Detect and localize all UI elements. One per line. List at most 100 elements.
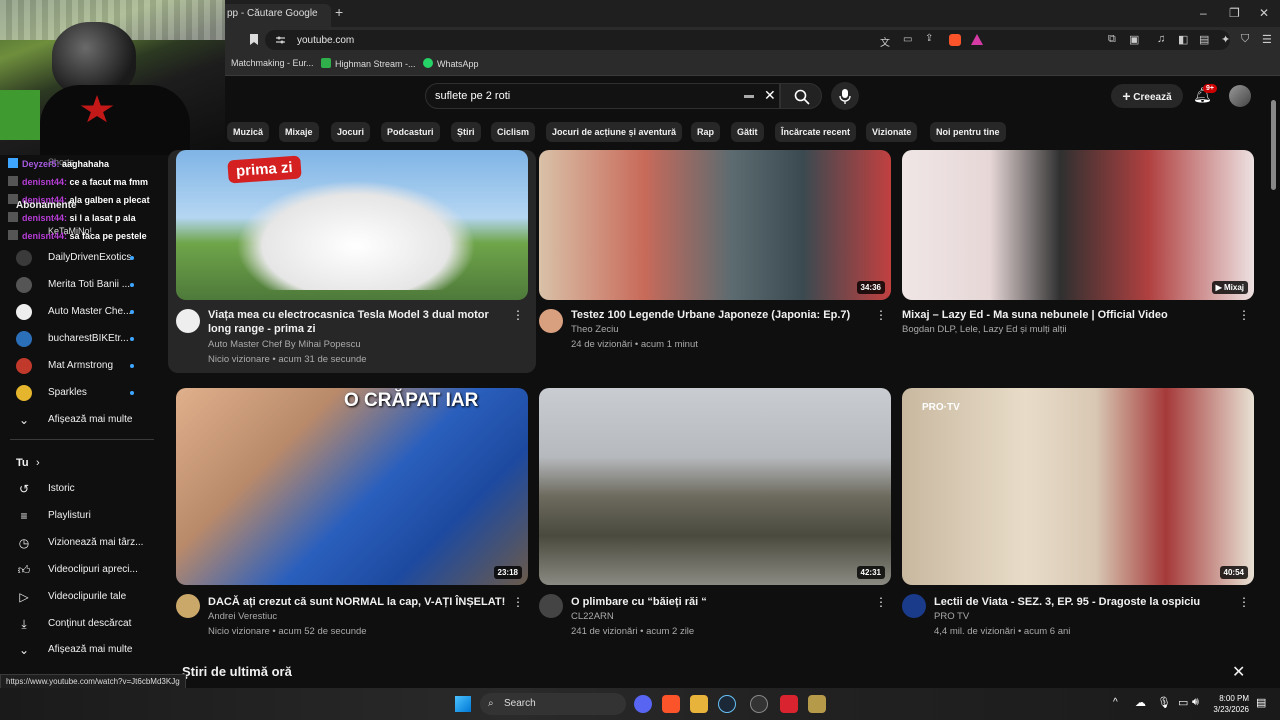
- chip-jocuri[interactable]: Jocuri: [331, 122, 371, 142]
- search-query[interactable]: suflete pe 2 roti: [435, 90, 510, 102]
- bookmark-highman[interactable]: Highman Stream -...: [321, 58, 416, 69]
- channel-avatar[interactable]: [902, 594, 926, 618]
- new-tab-button[interactable]: +: [335, 4, 343, 20]
- more-options-icon[interactable]: ⋮: [1238, 308, 1250, 322]
- video-card[interactable]: O CRĂPAT IAR 23:18 DACĂ ați crezut că su…: [176, 388, 528, 643]
- bookmark-whatsapp[interactable]: WhatsApp: [423, 58, 479, 69]
- search-button[interactable]: [780, 83, 822, 109]
- video-channel[interactable]: Andrei Verestiuc: [208, 611, 277, 622]
- nav-liked-videos[interactable]: 👍︎ Videoclipuri apreci...: [16, 562, 156, 582]
- chevron-up-icon[interactable]: ^: [1113, 697, 1118, 708]
- chip-mixaje[interactable]: Mixaje: [279, 122, 319, 142]
- video-card[interactable]: ▶ Mixaj Mixaj – Lazy Ed - Ma suna nebune…: [902, 150, 1254, 360]
- file-explorer-icon[interactable]: [690, 695, 708, 713]
- video-thumbnail[interactable]: PRO·TV 40:54: [902, 388, 1254, 585]
- video-channel[interactable]: Bogdan DLP, Lele, Lazy Ed și mulți alții: [902, 324, 1067, 335]
- video-channel[interactable]: Auto Master Chef By Mihai Popescu: [208, 339, 361, 350]
- video-channel[interactable]: Theo Zeciu: [571, 324, 619, 335]
- share-icon[interactable]: ⇪: [925, 33, 933, 44]
- subscription-auto-master-chef[interactable]: Auto Master Che...: [16, 304, 146, 324]
- video-card[interactable]: PRO·TV 40:54 Lectii de Viata - SEZ. 3, E…: [902, 388, 1254, 643]
- subscription-sparkles[interactable]: Sparkles: [16, 385, 146, 405]
- video-title[interactable]: Mixaj – Lazy Ed - Ma suna nebunele | Off…: [902, 308, 1202, 322]
- taskbar-search[interactable]: ⌕ Search: [480, 693, 626, 715]
- music-icon[interactable]: ♫: [1157, 33, 1165, 45]
- url-text[interactable]: youtube.com: [297, 35, 354, 46]
- video-thumbnail[interactable]: prima zi: [176, 150, 528, 300]
- minimize-button[interactable]: –: [1200, 6, 1207, 20]
- subscription-merita-toti-banii[interactable]: Merita Toti Banii ...: [16, 277, 146, 297]
- subscription-bucharestbiketr[interactable]: bucharestBIKEtr...: [16, 331, 146, 351]
- close-icon[interactable]: ✕: [1232, 662, 1245, 682]
- channel-avatar[interactable]: [539, 309, 563, 333]
- video-channel[interactable]: PRO TV: [934, 611, 969, 622]
- chip-podcasturi[interactable]: Podcasturi: [381, 122, 440, 142]
- create-button[interactable]: + Creează: [1111, 84, 1183, 108]
- video-thumbnail[interactable]: ▶ Mixaj: [902, 150, 1254, 300]
- system-clock[interactable]: 8:00 PM 3/23/2026: [1207, 693, 1249, 715]
- subscription-dailydrivenexotics[interactable]: DailyDrivenExotics: [16, 250, 146, 270]
- obs-icon[interactable]: [750, 695, 768, 713]
- network-icon[interactable]: ☁: [1135, 696, 1146, 709]
- video-card[interactable]: prima zi Viața mea cu electrocasnica Tes…: [176, 150, 528, 370]
- video-title[interactable]: Testez 100 Legende Urbane Japoneze (Japo…: [571, 308, 871, 322]
- keyboard-icon[interactable]: ▬: [744, 90, 754, 101]
- show-more-subscriptions[interactable]: ⌄ Afișează mai multe: [16, 412, 156, 432]
- wallet-icon[interactable]: ▤: [1199, 33, 1209, 46]
- address-bar[interactable]: [265, 30, 1230, 50]
- reader-icon[interactable]: ▣: [1129, 33, 1139, 46]
- nav-playlisturi[interactable]: ≡ Playlisturi: [16, 508, 156, 528]
- brave-icon[interactable]: [662, 695, 680, 713]
- video-card[interactable]: 34:36 Testez 100 Legende Urbane Japoneze…: [539, 150, 891, 360]
- bookmark-icon[interactable]: [249, 33, 259, 46]
- nav-istoric[interactable]: ↺ Istoric: [16, 481, 156, 501]
- video-channel[interactable]: CL22ARN: [571, 611, 614, 622]
- browser-tab[interactable]: pp - Căutare Google: [225, 4, 331, 27]
- video-thumbnail[interactable]: 34:36: [539, 150, 891, 300]
- video-thumbnail[interactable]: 42:31: [539, 388, 891, 585]
- maximize-button[interactable]: ❐: [1229, 6, 1240, 20]
- more-options-icon[interactable]: ⋮: [1238, 595, 1250, 609]
- cast-icon[interactable]: ▭: [903, 34, 912, 45]
- volume-icon[interactable]: 🔊︎: [1192, 696, 1199, 709]
- sidebar-toggle-icon[interactable]: ◧: [1178, 33, 1188, 46]
- app-red-icon[interactable]: [780, 695, 798, 713]
- chip-jocuri-actiune[interactable]: Jocuri de acțiune și aventură: [546, 122, 683, 142]
- chip-muzica[interactable]: Muzică: [227, 122, 270, 142]
- nav-your-videos[interactable]: ▷ Videoclipurile tale: [16, 589, 156, 609]
- nav-downloads[interactable]: ⤓ Conținut descărcat: [16, 616, 156, 636]
- brave-rewards-icon[interactable]: [971, 34, 983, 45]
- subscription-mat-armstrong[interactable]: Mat Armstrong: [16, 358, 146, 378]
- chip-vizionate[interactable]: Vizionate: [866, 122, 918, 142]
- chip-noi-pentru-tine[interactable]: Noi pentru tine: [930, 122, 1006, 142]
- close-window-button[interactable]: ✕: [1259, 6, 1269, 20]
- chip-incarcate-recent[interactable]: Încărcate recent: [775, 122, 857, 142]
- site-settings-icon[interactable]: [275, 35, 286, 45]
- translate-icon[interactable]: 文: [880, 34, 890, 49]
- display-icon[interactable]: ▭: [1178, 696, 1188, 709]
- chip-rap[interactable]: Rap: [691, 122, 721, 142]
- you-section-heading[interactable]: Tu ›: [16, 455, 156, 475]
- video-title[interactable]: DACĂ ați crezut că sunt NORMAL la cap, V…: [208, 595, 508, 609]
- brave-shield-icon[interactable]: [949, 34, 961, 46]
- mic-tray-icon[interactable]: 🎙︎: [1157, 696, 1171, 709]
- video-card[interactable]: 42:31 O plimbare cu “băieți răi “ CL22AR…: [539, 388, 891, 643]
- account-avatar[interactable]: [1229, 85, 1251, 107]
- chip-ciclism[interactable]: Ciclism: [491, 122, 536, 142]
- app-gold-icon[interactable]: [808, 695, 826, 713]
- search-input[interactable]: suflete pe 2 roti ▬ ✕: [425, 83, 780, 109]
- leo-ai-icon[interactable]: ✦: [1221, 33, 1230, 46]
- video-title[interactable]: O plimbare cu “băieți răi “: [571, 595, 871, 609]
- menu-icon[interactable]: ☰: [1262, 33, 1272, 46]
- chip-gatit[interactable]: Gătit: [731, 122, 764, 142]
- channel-avatar[interactable]: [539, 594, 563, 618]
- windows-start-icon[interactable]: [455, 696, 471, 712]
- clear-search-icon[interactable]: ✕: [764, 87, 776, 104]
- channel-avatar[interactable]: [176, 594, 200, 618]
- video-title[interactable]: Lectii de Viata - SEZ. 3, EP. 95 - Drago…: [934, 595, 1234, 609]
- extensions-icon[interactable]: ⧉: [1108, 33, 1116, 46]
- chip-stiri[interactable]: Știri: [451, 122, 481, 142]
- more-options-icon[interactable]: ⋮: [875, 308, 887, 322]
- scrollbar[interactable]: [1271, 100, 1276, 190]
- voice-search-button[interactable]: [831, 82, 859, 110]
